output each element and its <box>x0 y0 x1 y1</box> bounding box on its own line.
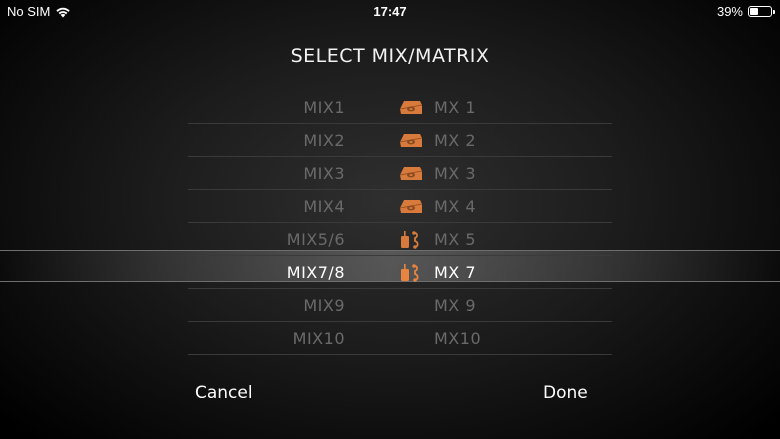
matrix-label: MX10 <box>434 329 482 348</box>
battery-percent: 39% <box>716 4 743 19</box>
wedge-monitor-icon <box>398 195 424 217</box>
matrix-label: MX 4 <box>434 197 477 216</box>
mix-label: MIX7/8 <box>286 263 345 282</box>
in-ear-monitor-icon <box>398 261 424 283</box>
done-button[interactable]: Done <box>543 383 588 403</box>
mix-label: MIX2 <box>303 131 345 150</box>
mix-label: MIX4 <box>303 197 345 216</box>
status-clock: 17:47 <box>373 4 407 19</box>
picker-row[interactable]: MIX10 MX10 <box>188 322 612 355</box>
wedge-monitor-icon <box>398 96 424 118</box>
matrix-label: MX 7 <box>434 263 477 282</box>
matrix-label: MX 9 <box>434 296 477 315</box>
mix-label: MIX3 <box>303 164 345 183</box>
battery-area: 39% <box>716 4 775 19</box>
matrix-label: MX 3 <box>434 164 477 183</box>
picker-row[interactable]: MIX3 MX 3 <box>188 157 612 190</box>
status-bar: No SIM 17:47 39% <box>0 0 780 24</box>
mix-picker-wheel[interactable]: MIX1 MX 1 MIX2 MX 2 MIX3 MX 3 MIX4 MX 4 MIX5… <box>188 91 612 355</box>
mix-label: MIX1 <box>303 98 345 117</box>
in-ear-monitor-icon <box>398 228 424 250</box>
battery-icon <box>748 6 775 17</box>
picker-row[interactable]: MIX4 MX 4 <box>188 190 612 223</box>
picker-row[interactable]: MIX2 MX 2 <box>188 124 612 157</box>
mix-label: MIX9 <box>303 296 345 315</box>
matrix-label: MX 1 <box>434 98 477 117</box>
wedge-monitor-icon <box>398 162 424 184</box>
picker-row[interactable]: MIX7/8 MX 7 <box>188 256 612 289</box>
mix-label: MIX5/6 <box>286 230 345 249</box>
picker-row[interactable]: MIX5/6 MX 5 <box>188 223 612 256</box>
mix-label: MIX10 <box>292 329 345 348</box>
battery-fill <box>750 8 758 15</box>
matrix-label: MX 2 <box>434 131 477 150</box>
cancel-button[interactable]: Cancel <box>195 383 253 403</box>
picker-row[interactable]: MIX9 MX 9 <box>188 289 612 322</box>
mix-matrix-picker-screen: No SIM 17:47 39% SELECT MIX/MATRIX MIX1 … <box>0 0 780 439</box>
page-title: SELECT MIX/MATRIX <box>290 45 490 67</box>
matrix-label: MX 5 <box>434 230 477 249</box>
wedge-monitor-icon <box>398 129 424 151</box>
picker-row[interactable]: MIX1 MX 1 <box>188 91 612 124</box>
